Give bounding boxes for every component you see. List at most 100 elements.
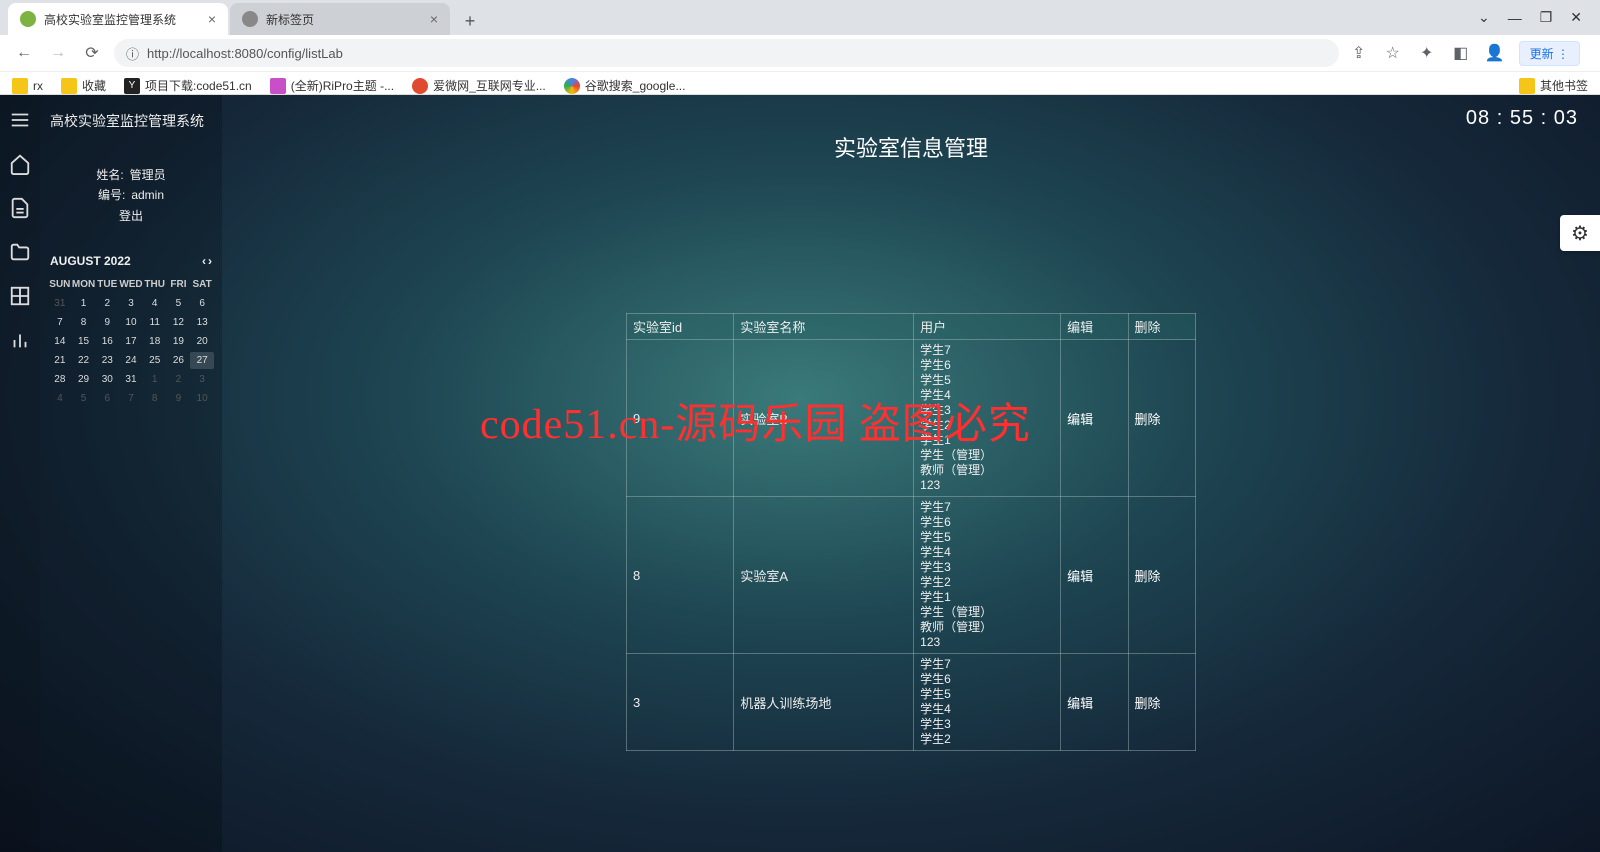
calendar-day[interactable]: 14: [48, 333, 72, 350]
calendar-day[interactable]: 27: [190, 352, 214, 369]
calendar-day[interactable]: 5: [72, 390, 96, 407]
share-icon[interactable]: ⇪: [1349, 43, 1369, 63]
browser-chrome: 高校实验室监控管理系统 × 新标签页 × + ⌄ — ❐ ✕ ← → ⟳ ⓘ h…: [0, 0, 1600, 95]
calendar-day[interactable]: 31: [119, 371, 143, 388]
url-input[interactable]: ⓘ http://localhost:8080/config/listLab: [114, 39, 1339, 67]
delete-link[interactable]: 删除: [1128, 654, 1195, 751]
home-icon[interactable]: [9, 153, 31, 175]
calendar-day[interactable]: 3: [190, 371, 214, 388]
window-dropdown-icon[interactable]: ⌄: [1478, 9, 1490, 26]
user-entry: 学生7: [920, 343, 1054, 358]
calendar-day[interactable]: 8: [72, 314, 96, 331]
site-info-icon[interactable]: ⓘ: [126, 44, 139, 63]
calendar-day[interactable]: 1: [143, 371, 167, 388]
calendar-day[interactable]: 29: [72, 371, 96, 388]
calendar-day[interactable]: 2: [167, 371, 191, 388]
calendar-day[interactable]: 15: [72, 333, 96, 350]
calendar-day[interactable]: 9: [95, 314, 119, 331]
calendar-day[interactable]: 23: [95, 352, 119, 369]
calendar-day[interactable]: 12: [167, 314, 191, 331]
calendar-day[interactable]: 6: [190, 295, 214, 312]
calendar-day[interactable]: 9: [167, 390, 191, 407]
user-entry: 学生2: [920, 732, 1054, 747]
calendar-day[interactable]: 18: [143, 333, 167, 350]
lab-users-cell: 学生7学生6学生5学生4学生3学生2: [914, 654, 1061, 751]
calendar-day[interactable]: 4: [143, 295, 167, 312]
calendar-day[interactable]: 28: [48, 371, 72, 388]
delete-link[interactable]: 删除: [1128, 340, 1195, 497]
window-minimize-icon[interactable]: —: [1508, 10, 1522, 26]
user-name-value: 管理员: [130, 165, 166, 185]
calendar-day[interactable]: 31: [48, 295, 72, 312]
bookmark-item[interactable]: (全新)RiPro主题 -...: [270, 77, 394, 94]
logout-link[interactable]: 登出: [119, 206, 143, 226]
chart-icon[interactable]: [9, 329, 31, 351]
settings-gear-icon[interactable]: ⚙: [1560, 215, 1600, 251]
tab-title: 新标签页: [266, 11, 314, 28]
new-tab-button[interactable]: +: [456, 7, 484, 35]
calendar-day[interactable]: 26: [167, 352, 191, 369]
calendar-day[interactable]: 20: [190, 333, 214, 350]
user-entry: 学生3: [920, 717, 1054, 732]
calendar-day[interactable]: 11: [143, 314, 167, 331]
calendar-day[interactable]: 7: [119, 390, 143, 407]
other-bookmarks[interactable]: 其他书签: [1519, 77, 1588, 94]
edit-link[interactable]: 编辑: [1061, 654, 1128, 751]
calendar-day[interactable]: 10: [190, 390, 214, 407]
lab-name-cell: 实验室B: [734, 340, 914, 497]
menu-icon[interactable]: [9, 109, 31, 131]
calendar-day[interactable]: 21: [48, 352, 72, 369]
update-button[interactable]: 更新 ⋮: [1519, 41, 1580, 66]
calendar-day[interactable]: 10: [119, 314, 143, 331]
forward-button[interactable]: →: [46, 41, 70, 65]
calendar-day[interactable]: 17: [119, 333, 143, 350]
calendar-dow: TUE: [95, 276, 119, 293]
bookmark-item[interactable]: rx: [12, 78, 43, 94]
calendar-prev-icon[interactable]: ‹: [202, 254, 206, 268]
window-maximize-icon[interactable]: ❐: [1540, 9, 1553, 26]
calendar-day[interactable]: 1: [72, 295, 96, 312]
calendar-day[interactable]: 4: [48, 390, 72, 407]
bookmark-item[interactable]: 谷歌搜索_google...: [564, 77, 686, 94]
calendar-dow: SAT: [190, 276, 214, 293]
calendar-day[interactable]: 7: [48, 314, 72, 331]
profile-icon[interactable]: 👤: [1485, 43, 1505, 63]
bookmark-item[interactable]: 收藏: [61, 77, 106, 94]
calendar-day[interactable]: 8: [143, 390, 167, 407]
calendar-day[interactable]: 5: [167, 295, 191, 312]
site-icon: [564, 78, 580, 94]
sidepanel-icon[interactable]: ◧: [1451, 43, 1471, 63]
edit-link[interactable]: 编辑: [1061, 497, 1128, 654]
calendar-day[interactable]: 24: [119, 352, 143, 369]
close-tab-icon[interactable]: ×: [208, 11, 216, 27]
delete-link[interactable]: 删除: [1128, 497, 1195, 654]
calendar-day[interactable]: 25: [143, 352, 167, 369]
window-close-icon[interactable]: ✕: [1570, 9, 1582, 26]
browser-tab[interactable]: 新标签页 ×: [230, 3, 450, 35]
browser-tab-active[interactable]: 高校实验室监控管理系统 ×: [8, 3, 228, 35]
bookmark-star-icon[interactable]: ☆: [1383, 43, 1403, 63]
back-button[interactable]: ←: [12, 41, 36, 65]
calendar-day[interactable]: 13: [190, 314, 214, 331]
bookmark-item[interactable]: Y项目下载:code51.cn: [124, 77, 252, 94]
close-tab-icon[interactable]: ×: [430, 11, 438, 27]
calendar-day[interactable]: 16: [95, 333, 119, 350]
calendar-day[interactable]: 3: [119, 295, 143, 312]
calendar-day[interactable]: 19: [167, 333, 191, 350]
calendar-dow: MON: [72, 276, 96, 293]
reload-button[interactable]: ⟳: [80, 41, 104, 65]
calendar-day[interactable]: 2: [95, 295, 119, 312]
user-entry: 学生6: [920, 515, 1054, 530]
bookmark-item[interactable]: 爱微网_互联网专业...: [412, 77, 546, 94]
calendar-day[interactable]: 6: [95, 390, 119, 407]
calendar-day[interactable]: 30: [95, 371, 119, 388]
calendar-day[interactable]: 22: [72, 352, 96, 369]
calendar-next-icon[interactable]: ›: [208, 254, 212, 268]
folder-icon[interactable]: [9, 241, 31, 263]
document-icon[interactable]: [9, 197, 31, 219]
lab-name-cell: 实验室A: [734, 497, 914, 654]
edit-link[interactable]: 编辑: [1061, 340, 1128, 497]
grid-icon[interactable]: [9, 285, 31, 307]
user-entry: 学生2: [920, 575, 1054, 590]
extensions-icon[interactable]: ✦: [1417, 43, 1437, 63]
